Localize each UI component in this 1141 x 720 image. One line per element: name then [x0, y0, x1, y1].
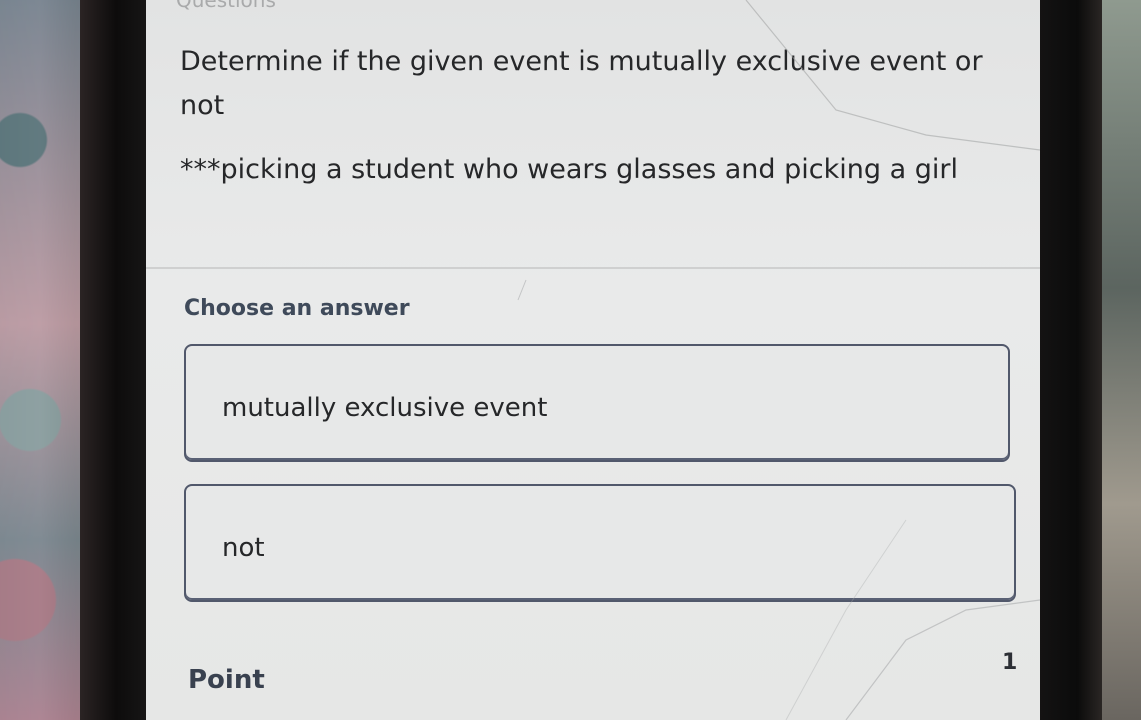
question-prompt: Determine if the given event is mutually… — [180, 46, 983, 121]
phone-bezel-right — [1040, 0, 1102, 720]
photo-scene: Questions Determine if the given event i… — [0, 0, 1141, 720]
answer-option-label: not — [222, 533, 265, 563]
point-value: 1 — [1002, 650, 1018, 675]
answer-option-mutually-exclusive[interactable]: mutually exclusive event — [184, 344, 1010, 462]
faded-header-title: Questions — [176, 0, 276, 12]
answer-option-label: mutually exclusive event — [222, 393, 548, 423]
point-label: Point — [188, 665, 265, 695]
choose-answer-label: Choose an answer — [184, 296, 410, 321]
question-event: ***picking a student who wears glasses a… — [180, 154, 958, 185]
background-fabric-left — [0, 0, 80, 720]
answer-option-not[interactable]: not — [184, 484, 1016, 602]
background-fabric-right — [1101, 0, 1141, 720]
section-divider — [146, 267, 1040, 269]
phone-bezel-left — [80, 0, 146, 720]
phone-screen: Questions Determine if the given event i… — [146, 0, 1040, 720]
